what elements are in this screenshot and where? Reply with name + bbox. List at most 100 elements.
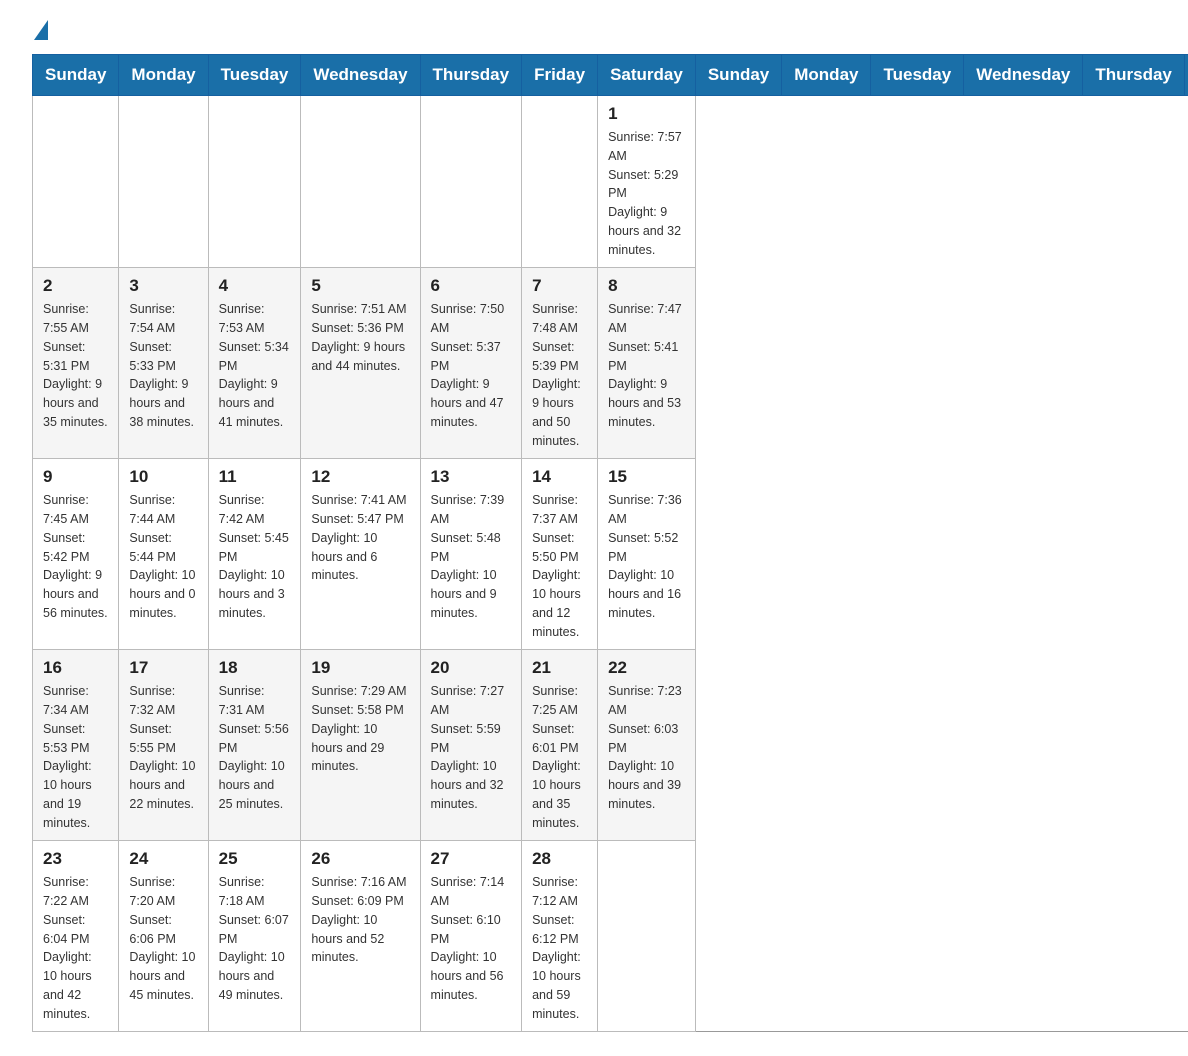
calendar-cell: 27 Sunrise: 7:14 AMSunset: 6:10 PMDayligh…	[420, 841, 522, 1032]
day-info: Sunrise: 7:39 AMSunset: 5:48 PMDaylight:…	[431, 491, 512, 622]
week-row-4: 16Sunrise: 7:34 AMSunset: 5:53 PMDayligh…	[33, 650, 1188, 841]
weekday-header-sunday: Sunday	[695, 55, 781, 96]
week-row-2: 2Sunrise: 7:55 AMSunset: 5:31 PMDaylight…	[33, 268, 1188, 459]
calendar-cell: 17 Sunrise: 7:32 AMSunset: 5:55 PMDayligh…	[119, 650, 208, 841]
day-number: 14	[532, 467, 587, 487]
calendar-table: SundayMondayTuesdayWednesdayThursdayFrid…	[32, 54, 1188, 1032]
day-number: 5	[311, 276, 409, 296]
day-info: Sunrise: 7:42 AMSunset: 5:45 PMDaylight:…	[219, 491, 291, 622]
day-number: 9	[43, 467, 108, 487]
day-info: Sunrise: 7:45 AMSunset: 5:42 PMDaylight:…	[43, 491, 108, 622]
day-number: 15	[608, 467, 685, 487]
day-number: 20	[431, 658, 512, 678]
day-info: Sunrise: 7:54 AMSunset: 5:33 PMDaylight:…	[129, 300, 197, 431]
calendar-cell: 2Sunrise: 7:55 AMSunset: 5:31 PMDaylight…	[33, 268, 119, 459]
calendar-cell	[208, 96, 301, 268]
day-info: Sunrise: 7:20 AMSunset: 6:06 PMDaylight:…	[129, 873, 197, 1004]
day-number: 12	[311, 467, 409, 487]
calendar-cell: 21 Sunrise: 7:25 AMSunset: 6:01 PMDayligh…	[522, 650, 598, 841]
day-number: 21	[532, 658, 587, 678]
day-info: Sunrise: 7:50 AMSunset: 5:37 PMDaylight:…	[431, 300, 512, 431]
day-info: Sunrise: 7:27 AMSunset: 5:59 PMDaylight:…	[431, 682, 512, 813]
day-info: Sunrise: 7:14 AMSunset: 6:10 PMDaylight:…	[431, 873, 512, 1004]
calendar-cell	[301, 96, 420, 268]
day-info: Sunrise: 7:48 AMSunset: 5:39 PMDaylight:…	[532, 300, 587, 450]
weekday-header-row: SundayMondayTuesdayWednesdayThursdayFrid…	[33, 55, 1188, 96]
calendar-cell: 20 Sunrise: 7:27 AMSunset: 5:59 PMDayligh…	[420, 650, 522, 841]
day-number: 17	[129, 658, 197, 678]
day-number: 6	[431, 276, 512, 296]
logo	[32, 24, 48, 38]
calendar-cell: 25 Sunrise: 7:18 AMSunset: 6:07 PMDayligh…	[208, 841, 301, 1032]
day-number: 7	[532, 276, 587, 296]
day-number: 3	[129, 276, 197, 296]
day-number: 27	[431, 849, 512, 869]
day-number: 16	[43, 658, 108, 678]
calendar-cell: 23 Sunrise: 7:22 AMSunset: 6:04 PMDayligh…	[33, 841, 119, 1032]
weekday-header-monday: Monday	[782, 55, 871, 96]
calendar-cell	[119, 96, 208, 268]
day-number: 18	[219, 658, 291, 678]
day-info: Sunrise: 7:57 AMSunset: 5:29 PMDaylight:…	[608, 128, 685, 259]
day-info: Sunrise: 7:23 AMSunset: 6:03 PMDaylight:…	[608, 682, 685, 813]
calendar-cell: 15Sunrise: 7:36 AMSunset: 5:52 PMDayligh…	[598, 459, 696, 650]
day-info: Sunrise: 7:55 AMSunset: 5:31 PMDaylight:…	[43, 300, 108, 431]
calendar-cell: 13 Sunrise: 7:39 AMSunset: 5:48 PMDayligh…	[420, 459, 522, 650]
calendar-cell: 4 Sunrise: 7:53 AMSunset: 5:34 PMDaylight…	[208, 268, 301, 459]
day-number: 19	[311, 658, 409, 678]
calendar-cell: 9 Sunrise: 7:45 AMSunset: 5:42 PMDaylight…	[33, 459, 119, 650]
day-info: Sunrise: 7:22 AMSunset: 6:04 PMDaylight:…	[43, 873, 108, 1023]
day-number: 1	[608, 104, 685, 124]
weekday-header-tuesday: Tuesday	[871, 55, 964, 96]
day-info: Sunrise: 7:53 AMSunset: 5:34 PMDaylight:…	[219, 300, 291, 431]
day-info: Sunrise: 7:32 AMSunset: 5:55 PMDaylight:…	[129, 682, 197, 813]
calendar-cell: 24 Sunrise: 7:20 AMSunset: 6:06 PMDayligh…	[119, 841, 208, 1032]
day-info: Sunrise: 7:51 AMSunset: 5:36 PMDaylight:…	[311, 300, 409, 375]
calendar-cell: 18 Sunrise: 7:31 AMSunset: 5:56 PMDayligh…	[208, 650, 301, 841]
weekday-header-tuesday: Tuesday	[208, 55, 301, 96]
calendar-cell: 28Sunrise: 7:12 AMSunset: 6:12 PMDayligh…	[522, 841, 598, 1032]
calendar-cell: 10Sunrise: 7:44 AMSunset: 5:44 PMDayligh…	[119, 459, 208, 650]
day-number: 23	[43, 849, 108, 869]
calendar-cell	[522, 96, 598, 268]
calendar-cell: 19 Sunrise: 7:29 AMSunset: 5:58 PMDayligh…	[301, 650, 420, 841]
calendar-cell: 14 Sunrise: 7:37 AMSunset: 5:50 PMDayligh…	[522, 459, 598, 650]
day-info: Sunrise: 7:29 AMSunset: 5:58 PMDaylight:…	[311, 682, 409, 776]
day-number: 13	[431, 467, 512, 487]
day-number: 22	[608, 658, 685, 678]
day-info: Sunrise: 7:18 AMSunset: 6:07 PMDaylight:…	[219, 873, 291, 1004]
day-info: Sunrise: 7:25 AMSunset: 6:01 PMDaylight:…	[532, 682, 587, 832]
day-number: 8	[608, 276, 685, 296]
weekday-header-thursday: Thursday	[420, 55, 522, 96]
weekday-header-sunday: Sunday	[33, 55, 119, 96]
calendar-cell: 12 Sunrise: 7:41 AMSunset: 5:47 PMDayligh…	[301, 459, 420, 650]
week-row-5: 23 Sunrise: 7:22 AMSunset: 6:04 PMDayligh…	[33, 841, 1188, 1032]
day-number: 26	[311, 849, 409, 869]
calendar-cell	[420, 96, 522, 268]
day-number: 25	[219, 849, 291, 869]
calendar-cell: 8Sunrise: 7:47 AMSunset: 5:41 PMDaylight…	[598, 268, 696, 459]
weekday-header-saturday: Saturday	[598, 55, 696, 96]
calendar-cell: 3 Sunrise: 7:54 AMSunset: 5:33 PMDaylight…	[119, 268, 208, 459]
page-header	[32, 24, 1156, 38]
calendar-cell: 16Sunrise: 7:34 AMSunset: 5:53 PMDayligh…	[33, 650, 119, 841]
logo-triangle-icon	[34, 20, 48, 40]
calendar-cell: 6 Sunrise: 7:50 AMSunset: 5:37 PMDaylight…	[420, 268, 522, 459]
calendar-cell: 5 Sunrise: 7:51 AMSunset: 5:36 PMDaylight…	[301, 268, 420, 459]
calendar-cell	[598, 841, 696, 1032]
calendar-cell	[33, 96, 119, 268]
day-number: 4	[219, 276, 291, 296]
day-number: 10	[129, 467, 197, 487]
day-info: Sunrise: 7:41 AMSunset: 5:47 PMDaylight:…	[311, 491, 409, 585]
week-row-3: 9 Sunrise: 7:45 AMSunset: 5:42 PMDaylight…	[33, 459, 1188, 650]
calendar-cell: 7 Sunrise: 7:48 AMSunset: 5:39 PMDaylight…	[522, 268, 598, 459]
calendar-cell: 22 Sunrise: 7:23 AMSunset: 6:03 PMDayligh…	[598, 650, 696, 841]
day-info: Sunrise: 7:37 AMSunset: 5:50 PMDaylight:…	[532, 491, 587, 641]
weekday-header-thursday: Thursday	[1083, 55, 1185, 96]
calendar-cell: 1 Sunrise: 7:57 AMSunset: 5:29 PMDaylight…	[598, 96, 696, 268]
weekday-header-monday: Monday	[119, 55, 208, 96]
weekday-header-wednesday: Wednesday	[964, 55, 1083, 96]
day-number: 24	[129, 849, 197, 869]
week-row-1: 1 Sunrise: 7:57 AMSunset: 5:29 PMDaylight…	[33, 96, 1188, 268]
day-info: Sunrise: 7:31 AMSunset: 5:56 PMDaylight:…	[219, 682, 291, 813]
